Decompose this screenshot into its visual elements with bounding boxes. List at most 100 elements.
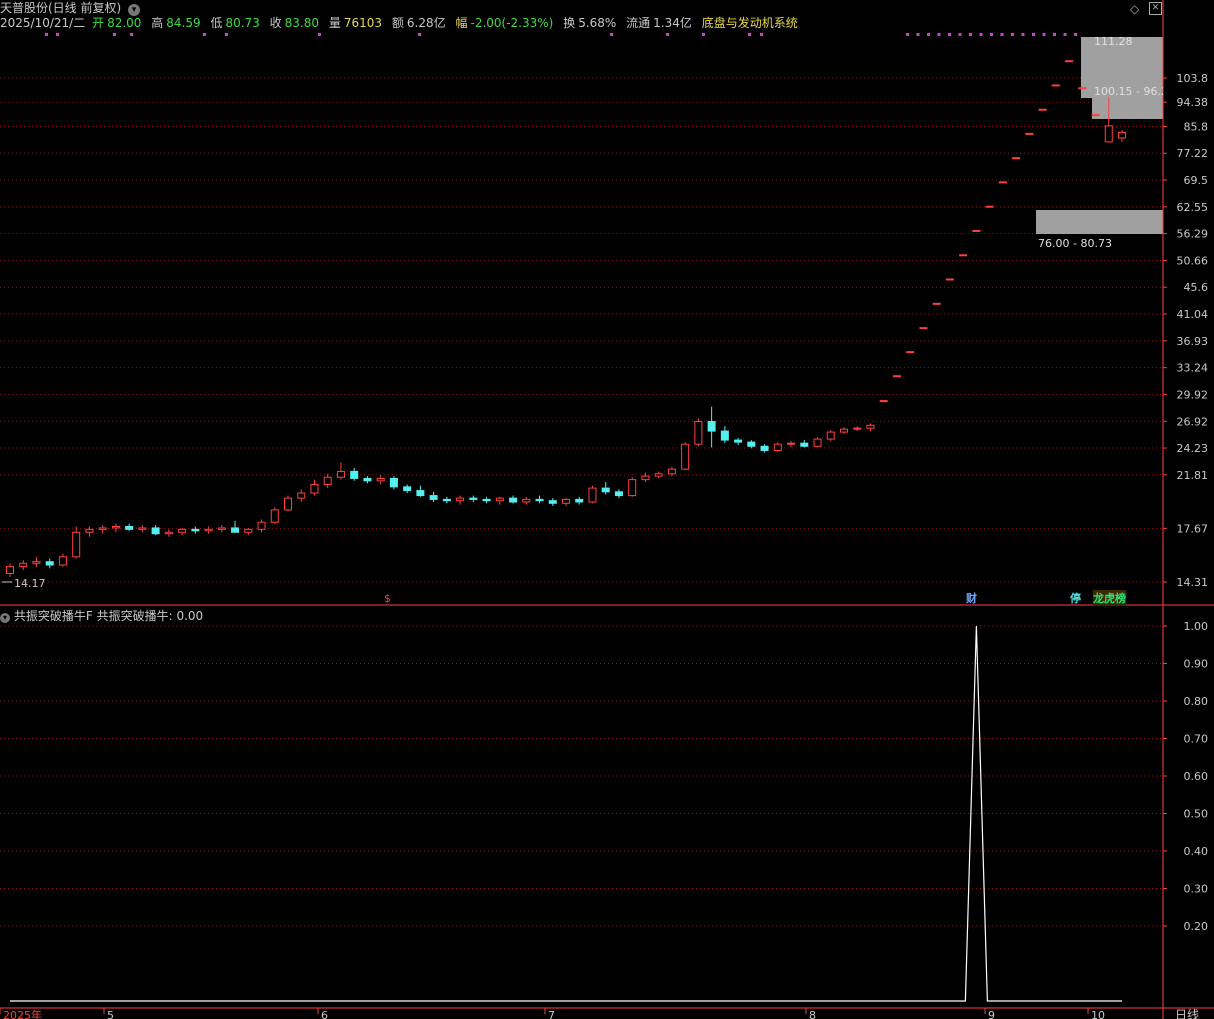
dragon-list-marker[interactable]: 龙虎榜 — [1093, 590, 1126, 606]
candle-body — [1012, 157, 1021, 160]
candle-body — [98, 527, 107, 530]
candle-body — [826, 431, 835, 440]
candle-body — [919, 327, 928, 330]
candle-body — [879, 400, 888, 403]
candle-body — [231, 527, 240, 533]
price-tick-label: 103.8 — [1177, 72, 1209, 85]
candle-body — [509, 497, 518, 503]
candle-body — [734, 439, 743, 443]
candle-body — [840, 428, 848, 433]
candle-body — [800, 442, 809, 447]
candle-body — [151, 527, 160, 535]
signal-dot — [979, 33, 983, 36]
price-tick-label: 17.67 — [1177, 522, 1209, 535]
candle-body — [284, 497, 292, 511]
candle-body — [72, 531, 81, 558]
indicator-title[interactable]: 共振突破播牛F — [14, 609, 93, 623]
candle-body — [191, 528, 200, 532]
indicator-tick-label: 0.60 — [1184, 770, 1209, 783]
signal-dots — [45, 33, 1077, 36]
signal-dot — [969, 33, 972, 36]
price-tick-label: 26.92 — [1177, 415, 1209, 428]
candle-body — [932, 302, 941, 305]
candle-body — [707, 420, 716, 432]
zone-upper — [1092, 98, 1163, 119]
chart-frame — [0, 0, 1214, 1019]
candle-body — [416, 490, 425, 497]
indicator-tick-label: 0.30 — [1184, 883, 1209, 896]
candle-body — [429, 495, 438, 500]
candle-body — [853, 427, 862, 430]
zone-lower — [1036, 210, 1163, 234]
candle-body — [164, 531, 173, 535]
candle-body — [389, 477, 398, 488]
collapse-icon[interactable]: ▾ — [0, 613, 10, 623]
signal-dot — [1011, 33, 1014, 36]
x-tick-label: 7 — [548, 1009, 555, 1019]
candle-body — [442, 498, 451, 502]
candle-body — [85, 528, 94, 533]
candle-body — [204, 528, 213, 532]
candle-body — [906, 351, 915, 354]
indicator-tick-label: 0.20 — [1184, 920, 1209, 933]
candle-body — [19, 562, 28, 568]
candle-body — [1025, 132, 1034, 135]
candle-body — [336, 470, 345, 478]
limit-marker[interactable]: 停 — [1070, 590, 1081, 606]
indicator-tick-label: 0.90 — [1184, 658, 1209, 671]
candle-body — [614, 491, 623, 497]
candle-body — [469, 497, 478, 500]
indicator-tick-label: 0.40 — [1184, 845, 1209, 858]
candle-body — [495, 497, 504, 502]
price-grid — [0, 77, 1163, 583]
price-tick-label: 94.38 — [1177, 96, 1209, 109]
price-tick-label: 29.92 — [1177, 388, 1209, 401]
candle-body — [456, 497, 465, 502]
candle-body — [350, 470, 359, 479]
dividend-marker: $ — [384, 592, 391, 605]
x-tick-label: 6 — [321, 1009, 328, 1019]
x-tick-label: 2025年 — [3, 1008, 42, 1019]
signal-dot — [760, 33, 763, 36]
candle-body — [363, 477, 372, 482]
candle-body — [1065, 60, 1074, 63]
candle-body — [628, 479, 637, 497]
signal-dot — [130, 33, 133, 36]
price-axis: 103.8 94.38 85.8 77.22 69.5 62.55 56.29 50.66 45… — [1163, 72, 1208, 589]
candle-body — [667, 468, 676, 475]
candle-body — [892, 375, 901, 378]
candle-body — [787, 442, 796, 445]
candle-body — [1091, 114, 1100, 117]
zone-lower-label: 76.00 - 80.73 — [1038, 237, 1112, 250]
candle-body — [1104, 125, 1113, 143]
indicator-tick-label: 1.00 — [1184, 620, 1209, 633]
candle-body — [32, 561, 41, 564]
candle-body — [813, 438, 822, 447]
candle-body — [125, 525, 134, 530]
x-tick-label: 10 — [1091, 1009, 1105, 1019]
signal-dot — [927, 33, 930, 36]
earnings-marker[interactable]: 财 — [966, 590, 977, 606]
price-tick-label: 24.23 — [1177, 442, 1209, 455]
signal-dot — [1000, 33, 1004, 36]
zone-high-label: 111.28 — [1094, 35, 1133, 48]
price-tick-label: 36.93 — [1177, 335, 1209, 348]
candle-body — [562, 498, 570, 504]
candle-body — [58, 556, 67, 566]
signal-dot — [45, 33, 48, 36]
signal-dot — [948, 33, 951, 36]
signal-dot — [113, 33, 116, 36]
candle-body — [323, 476, 332, 485]
signal-dot — [1032, 33, 1035, 36]
indicator-tick-label: 0.50 — [1184, 808, 1209, 821]
chart-canvas[interactable]: $ 103.8 94.38 85.8 77.22 69.5 62.55 56.29 50.66… — [0, 0, 1214, 1019]
candle-body — [482, 498, 491, 502]
candle-body — [601, 487, 610, 493]
signal-dot — [958, 33, 962, 36]
indicator-axis: 1.00 0.90 0.80 0.70 0.60 0.50 0.40 0.30 0.20 — [1163, 620, 1208, 933]
candle-body — [257, 521, 266, 530]
signal-dot — [318, 33, 321, 36]
signal-dot — [418, 33, 421, 36]
candle-body — [138, 527, 147, 530]
candle-body — [945, 278, 954, 281]
